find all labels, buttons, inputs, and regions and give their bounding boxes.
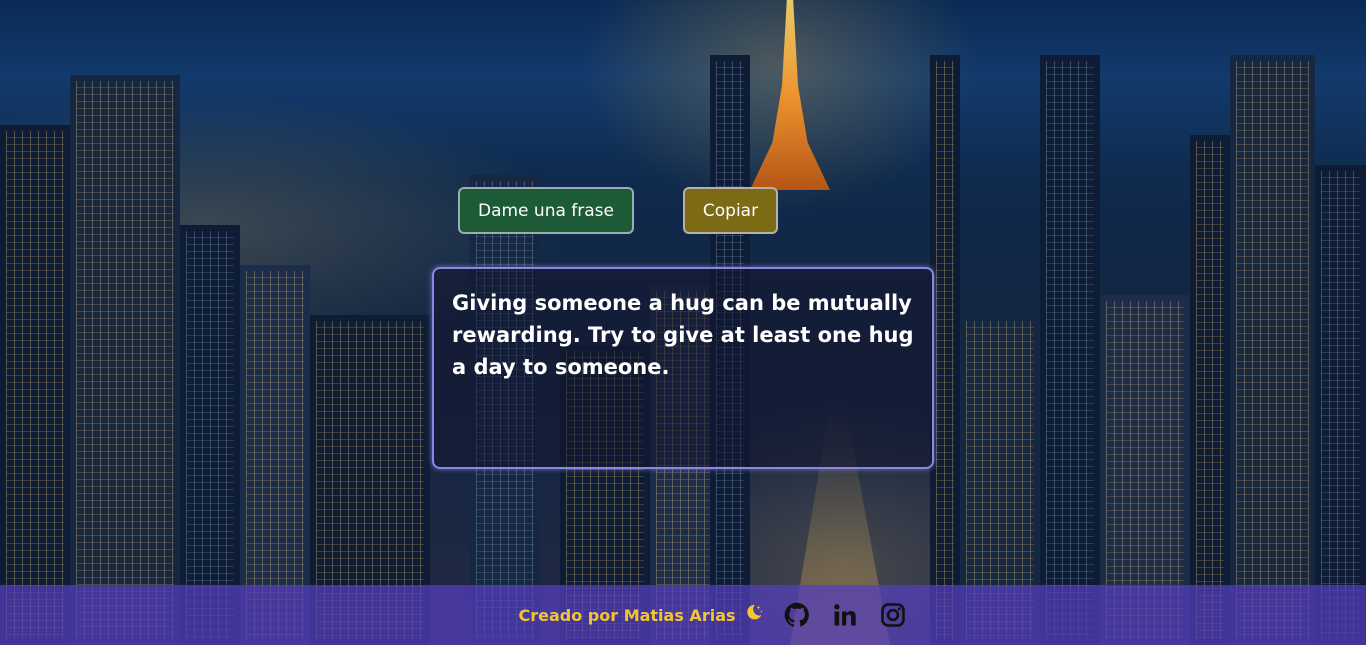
new-quote-button[interactable]: Dame una frase	[458, 187, 634, 234]
instagram-icon[interactable]	[878, 600, 908, 630]
credit-text: Creado por Matias Arias	[518, 605, 736, 625]
credit: Creado por Matias Arias	[518, 602, 763, 628]
linkedin-icon[interactable]	[830, 600, 860, 630]
quote-card: Giving someone a hug can be mutually rew…	[432, 267, 934, 469]
moon-stars-icon	[742, 602, 764, 628]
quote-text: Giving someone a hug can be mutually rew…	[452, 291, 914, 379]
footer-bar: Creado por Matias Arias	[0, 585, 1366, 645]
quote-controls: Dame una frase Copiar	[0, 187, 1366, 234]
copy-button[interactable]: Copiar	[683, 187, 778, 234]
tokyo-tower	[750, 0, 830, 190]
github-icon[interactable]	[782, 600, 812, 630]
